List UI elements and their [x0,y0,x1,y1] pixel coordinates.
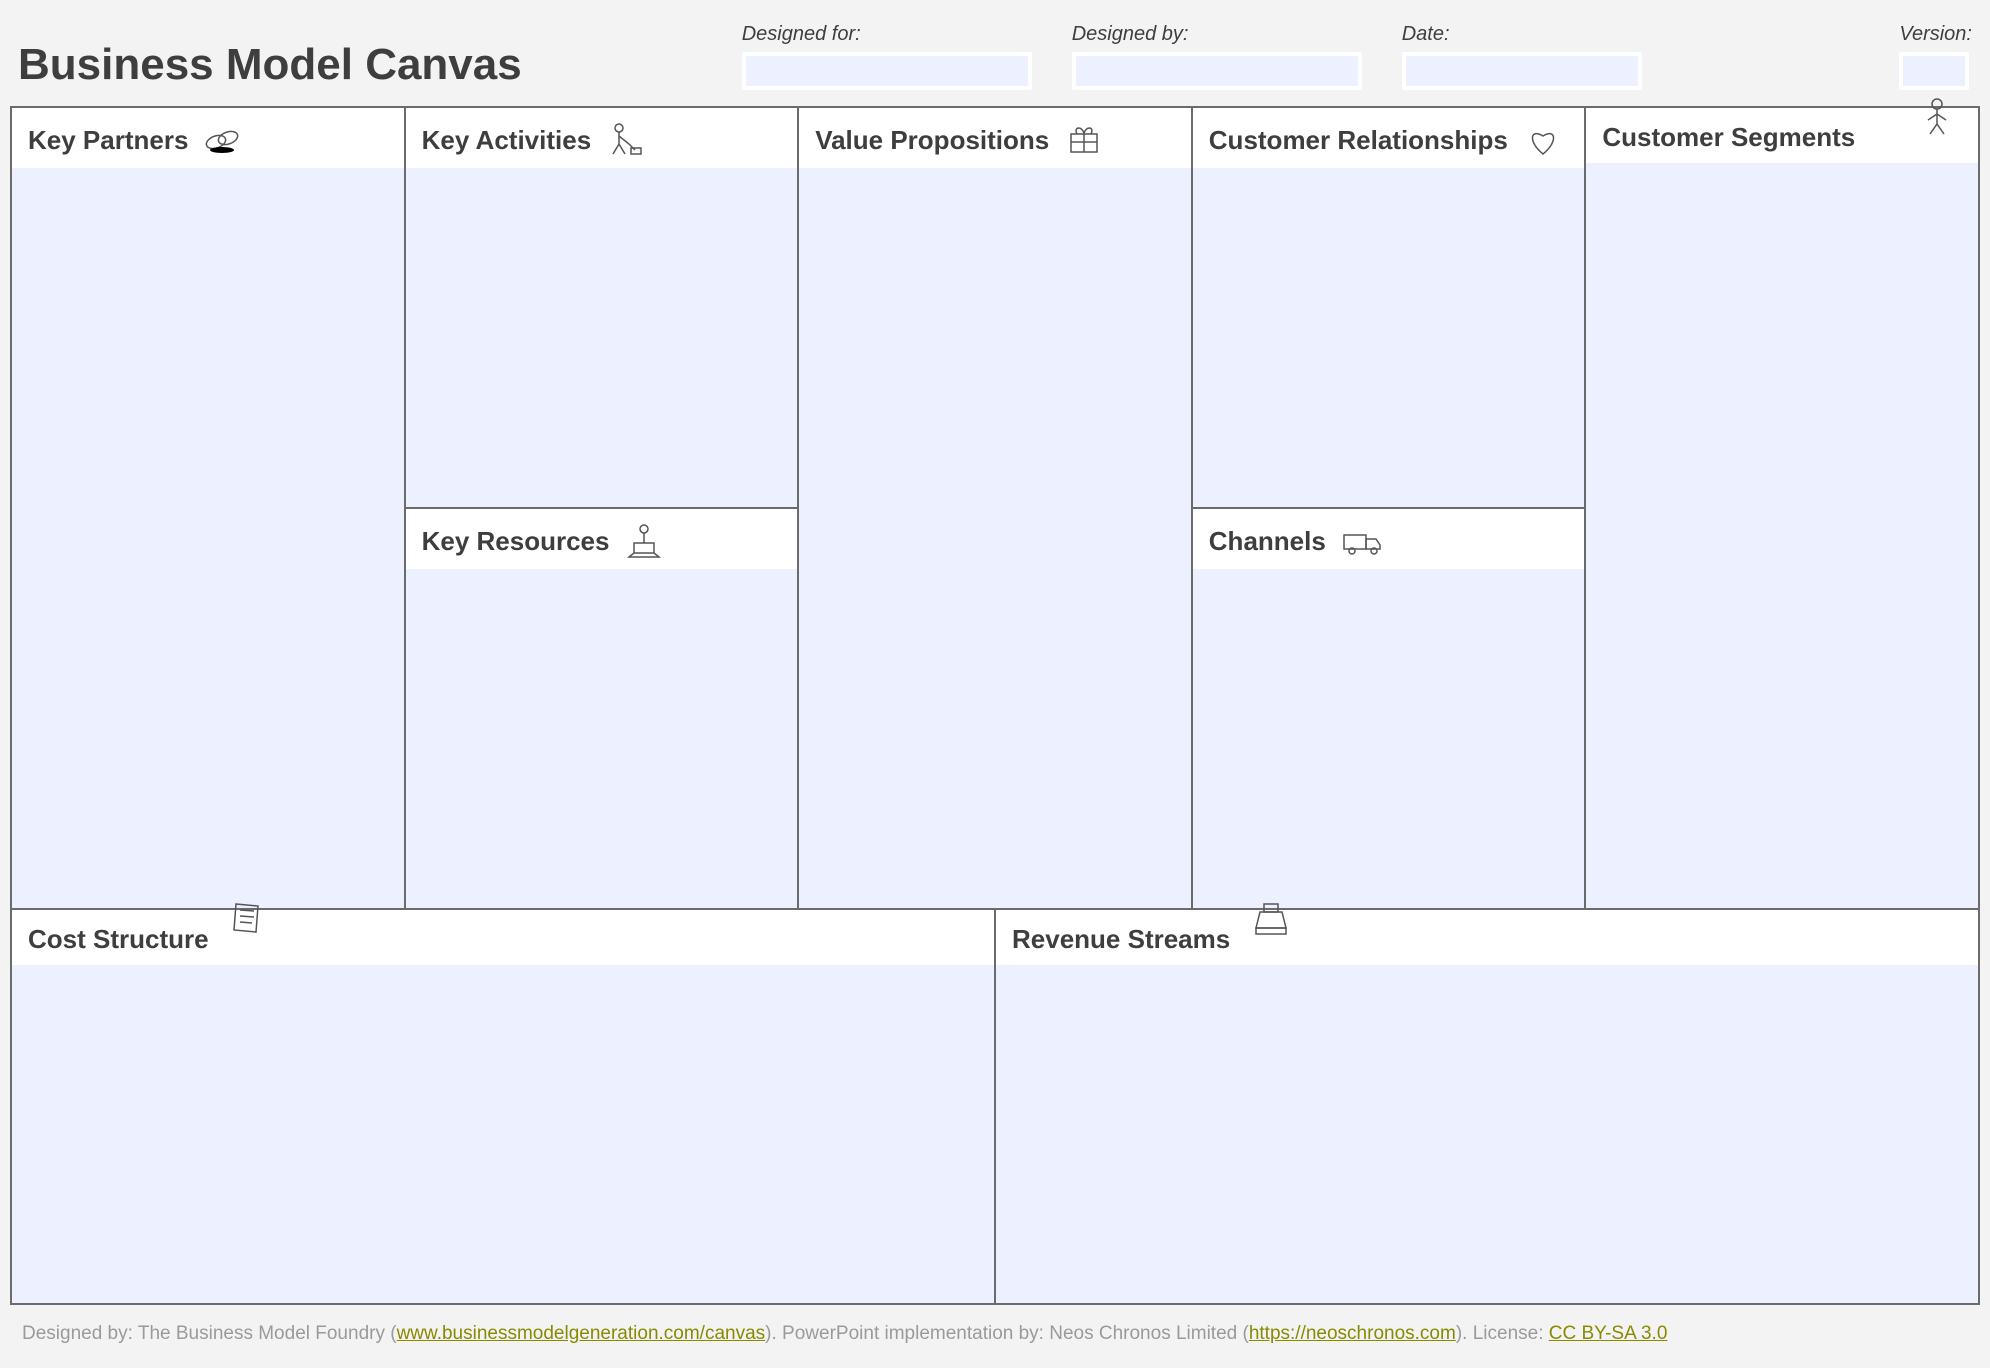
title-customer-relationships: Customer Relationships [1209,125,1508,156]
cell-value-propositions: Value Propositions [799,108,1191,908]
footnote: Designed by: The Business Model Foundry … [0,1305,1990,1363]
footnote-mid1: ). PowerPoint implementation by: Neos Ch… [765,1323,1249,1344]
meta-designed-by: Designed by: [1072,23,1362,90]
body-cost-structure[interactable] [12,965,994,1303]
factory-icon [619,521,669,561]
cell-header-key-activities: Key Activities [406,108,798,168]
designed-by-input[interactable] [1072,52,1362,90]
body-customer-relationships[interactable] [1193,168,1585,507]
col-value-propositions: Value Propositions [797,108,1191,908]
cell-key-partners: Key Partners [12,108,404,908]
cell-header-customer-segments: Customer Segments [1586,108,1978,163]
meta-label-date: Date: [1402,23,1642,46]
title-revenue-streams: Revenue Streams [1012,924,1230,955]
canvas: Key Partners Key Activities [10,106,1980,1305]
title-key-activities: Key Activities [422,125,592,156]
cell-header-key-resources: Key Resources [406,509,798,569]
body-key-partners[interactable] [12,168,404,908]
cell-key-activities: Key Activities [406,108,798,507]
col-customer-segments: Customer Segments [1584,108,1978,908]
title-customer-segments: Customer Segments [1602,122,1855,153]
page-title: Business Model Canvas [18,10,702,90]
col-key-partners: Key Partners [12,108,404,908]
meta-label-designed-for: Designed for: [742,23,1032,46]
cell-key-resources: Key Resources [406,507,798,908]
cell-header-revenue-streams: Revenue Streams [996,910,1978,965]
canvas-top-row: Key Partners Key Activities [12,108,1978,908]
footnote-prefix: Designed by: The Business Model Foundry … [22,1323,397,1344]
body-customer-segments[interactable] [1586,163,1978,908]
title-cost-structure: Cost Structure [28,924,209,955]
footnote-link-license[interactable]: CC BY-SA 3.0 [1549,1323,1668,1344]
cell-header-channels: Channels [1193,509,1585,569]
meta-label-version: Version: [1899,23,1972,46]
truck-icon [1336,521,1386,561]
meta-designed-for: Designed for: [742,23,1032,90]
cell-header-key-partners: Key Partners [12,108,404,168]
body-value-propositions[interactable] [799,168,1191,908]
cell-header-cost-structure: Cost Structure [12,910,994,965]
body-channels[interactable] [1193,569,1585,908]
title-channels: Channels [1209,526,1326,557]
cell-header-value-propositions: Value Propositions [799,108,1191,168]
footnote-link-neos[interactable]: https://neoschronos.com [1249,1323,1456,1344]
cell-cost-structure: Cost Structure [12,910,994,1303]
receipt-icon [222,898,272,938]
link-icon [198,120,248,160]
title-key-resources: Key Resources [422,526,610,557]
title-value-propositions: Value Propositions [815,125,1049,156]
cell-channels: Channels [1193,507,1585,908]
cell-revenue-streams: Revenue Streams [994,910,1978,1303]
title-key-partners: Key Partners [28,125,188,156]
col-relationships-channels: Customer Relationships Channels [1191,108,1585,908]
body-key-resources[interactable] [406,569,798,908]
cell-header-customer-relationships: Customer Relationships [1193,108,1585,168]
worker-icon [601,120,651,160]
body-revenue-streams[interactable] [996,965,1978,1303]
cell-customer-segments: Customer Segments [1586,108,1978,908]
body-key-activities[interactable] [406,168,798,507]
canvas-bottom-row: Cost Structure Revenue Streams [12,908,1978,1303]
footnote-link-foundry[interactable]: www.businessmodelgeneration.com/canvas [397,1323,766,1344]
meta-version: Version: [1899,23,1972,90]
gift-icon [1059,120,1109,160]
header: Business Model Canvas Designed for: Desi… [0,0,1990,106]
cash-register-icon [1246,898,1296,938]
col-activities-resources: Key Activities Key Resources [404,108,798,908]
designed-for-input[interactable] [742,52,1032,90]
version-input[interactable] [1899,52,1969,90]
meta-date: Date: [1402,23,1642,90]
person-icon [1912,96,1962,136]
cell-customer-relationships: Customer Relationships [1193,108,1585,507]
meta-label-designed-by: Designed by: [1072,23,1362,46]
heart-icon [1518,120,1568,160]
date-input[interactable] [1402,52,1642,90]
footnote-mid2: ). License: [1456,1323,1549,1344]
